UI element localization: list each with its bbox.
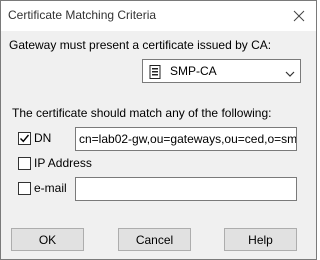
email-checkbox[interactable] — [18, 181, 31, 195]
dn-field[interactable]: cn=lab02-gw,ou=gateways,ou=ced,o=smp_pc — [75, 127, 297, 151]
email-option[interactable]: e-mail — [18, 181, 67, 195]
ca-selected-value: SMP-CA — [170, 64, 217, 78]
certificate-server-icon — [149, 65, 161, 82]
help-button[interactable]: Help — [224, 228, 297, 251]
close-icon — [293, 10, 305, 22]
ip-checkbox[interactable] — [18, 156, 31, 170]
ip-label: IP Address — [34, 156, 92, 170]
ok-button[interactable]: OK — [11, 228, 84, 251]
title-bar: Certificate Matching Criteria — [1, 1, 316, 31]
cancel-button[interactable]: Cancel — [118, 228, 191, 251]
dialog-window: Certificate Matching Criteria Gateway mu… — [0, 0, 317, 260]
dn-option[interactable]: DN — [18, 131, 51, 145]
dialog-body: Gateway must present a certificate issue… — [1, 31, 316, 259]
dn-label: DN — [34, 131, 52, 145]
chevron-down-icon — [285, 67, 295, 81]
email-field[interactable] — [75, 177, 297, 201]
email-label: e-mail — [34, 181, 67, 195]
match-label: The certificate should match any of the … — [12, 106, 272, 120]
dn-value: cn=lab02-gw,ou=gateways,ou=ced,o=smp_pc — [79, 132, 297, 146]
ca-select[interactable]: SMP-CA — [142, 59, 301, 83]
ca-label: Gateway must present a certificate issue… — [9, 38, 272, 52]
close-button[interactable] — [286, 3, 312, 29]
dn-checkbox[interactable] — [18, 131, 31, 145]
ip-option[interactable]: IP Address — [18, 156, 92, 170]
dialog-title: Certificate Matching Criteria — [8, 8, 157, 22]
